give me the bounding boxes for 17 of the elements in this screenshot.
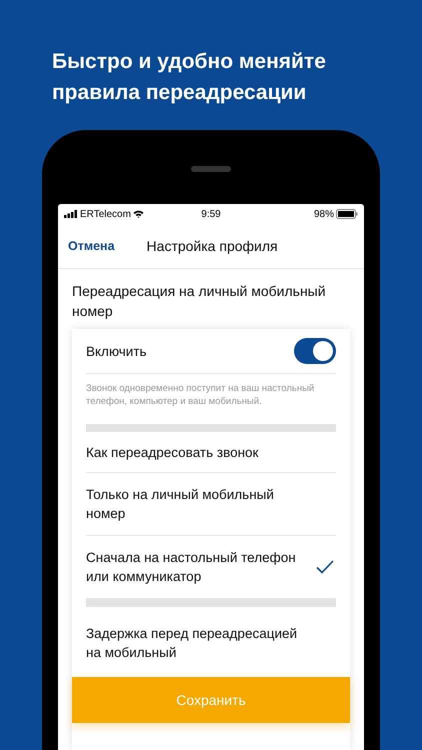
- battery-icon: [336, 209, 358, 219]
- toggle-label: Включить: [86, 342, 147, 360]
- toggle-switch[interactable]: [294, 338, 336, 364]
- carrier-name: ERTelecom: [80, 208, 131, 220]
- group-title: Задержка перед переадресацией на мобильный: [86, 625, 298, 662]
- battery-percent: 98%: [314, 208, 334, 220]
- group-title: Как переадресовать звонок: [86, 444, 258, 462]
- screen-title: Настройка профиля: [146, 238, 278, 254]
- hint-text: Звонок одновременно поступит на ваш настольный телефон, компьютер и ваш мобильный.: [86, 382, 316, 408]
- headline: Быстро и удобно меняйте правила переадресации: [51, 49, 327, 106]
- section-title: Переадресация на личный мобильный номер: [72, 282, 327, 321]
- status-time: 9:59: [201, 208, 221, 220]
- signal-icon: [64, 210, 78, 218]
- cancel-button[interactable]: Отмена: [68, 239, 115, 253]
- option-row[interactable]: Только на личный мобильный номер: [86, 473, 336, 536]
- wifi-icon: [132, 210, 144, 218]
- speaker-icon: [191, 166, 231, 172]
